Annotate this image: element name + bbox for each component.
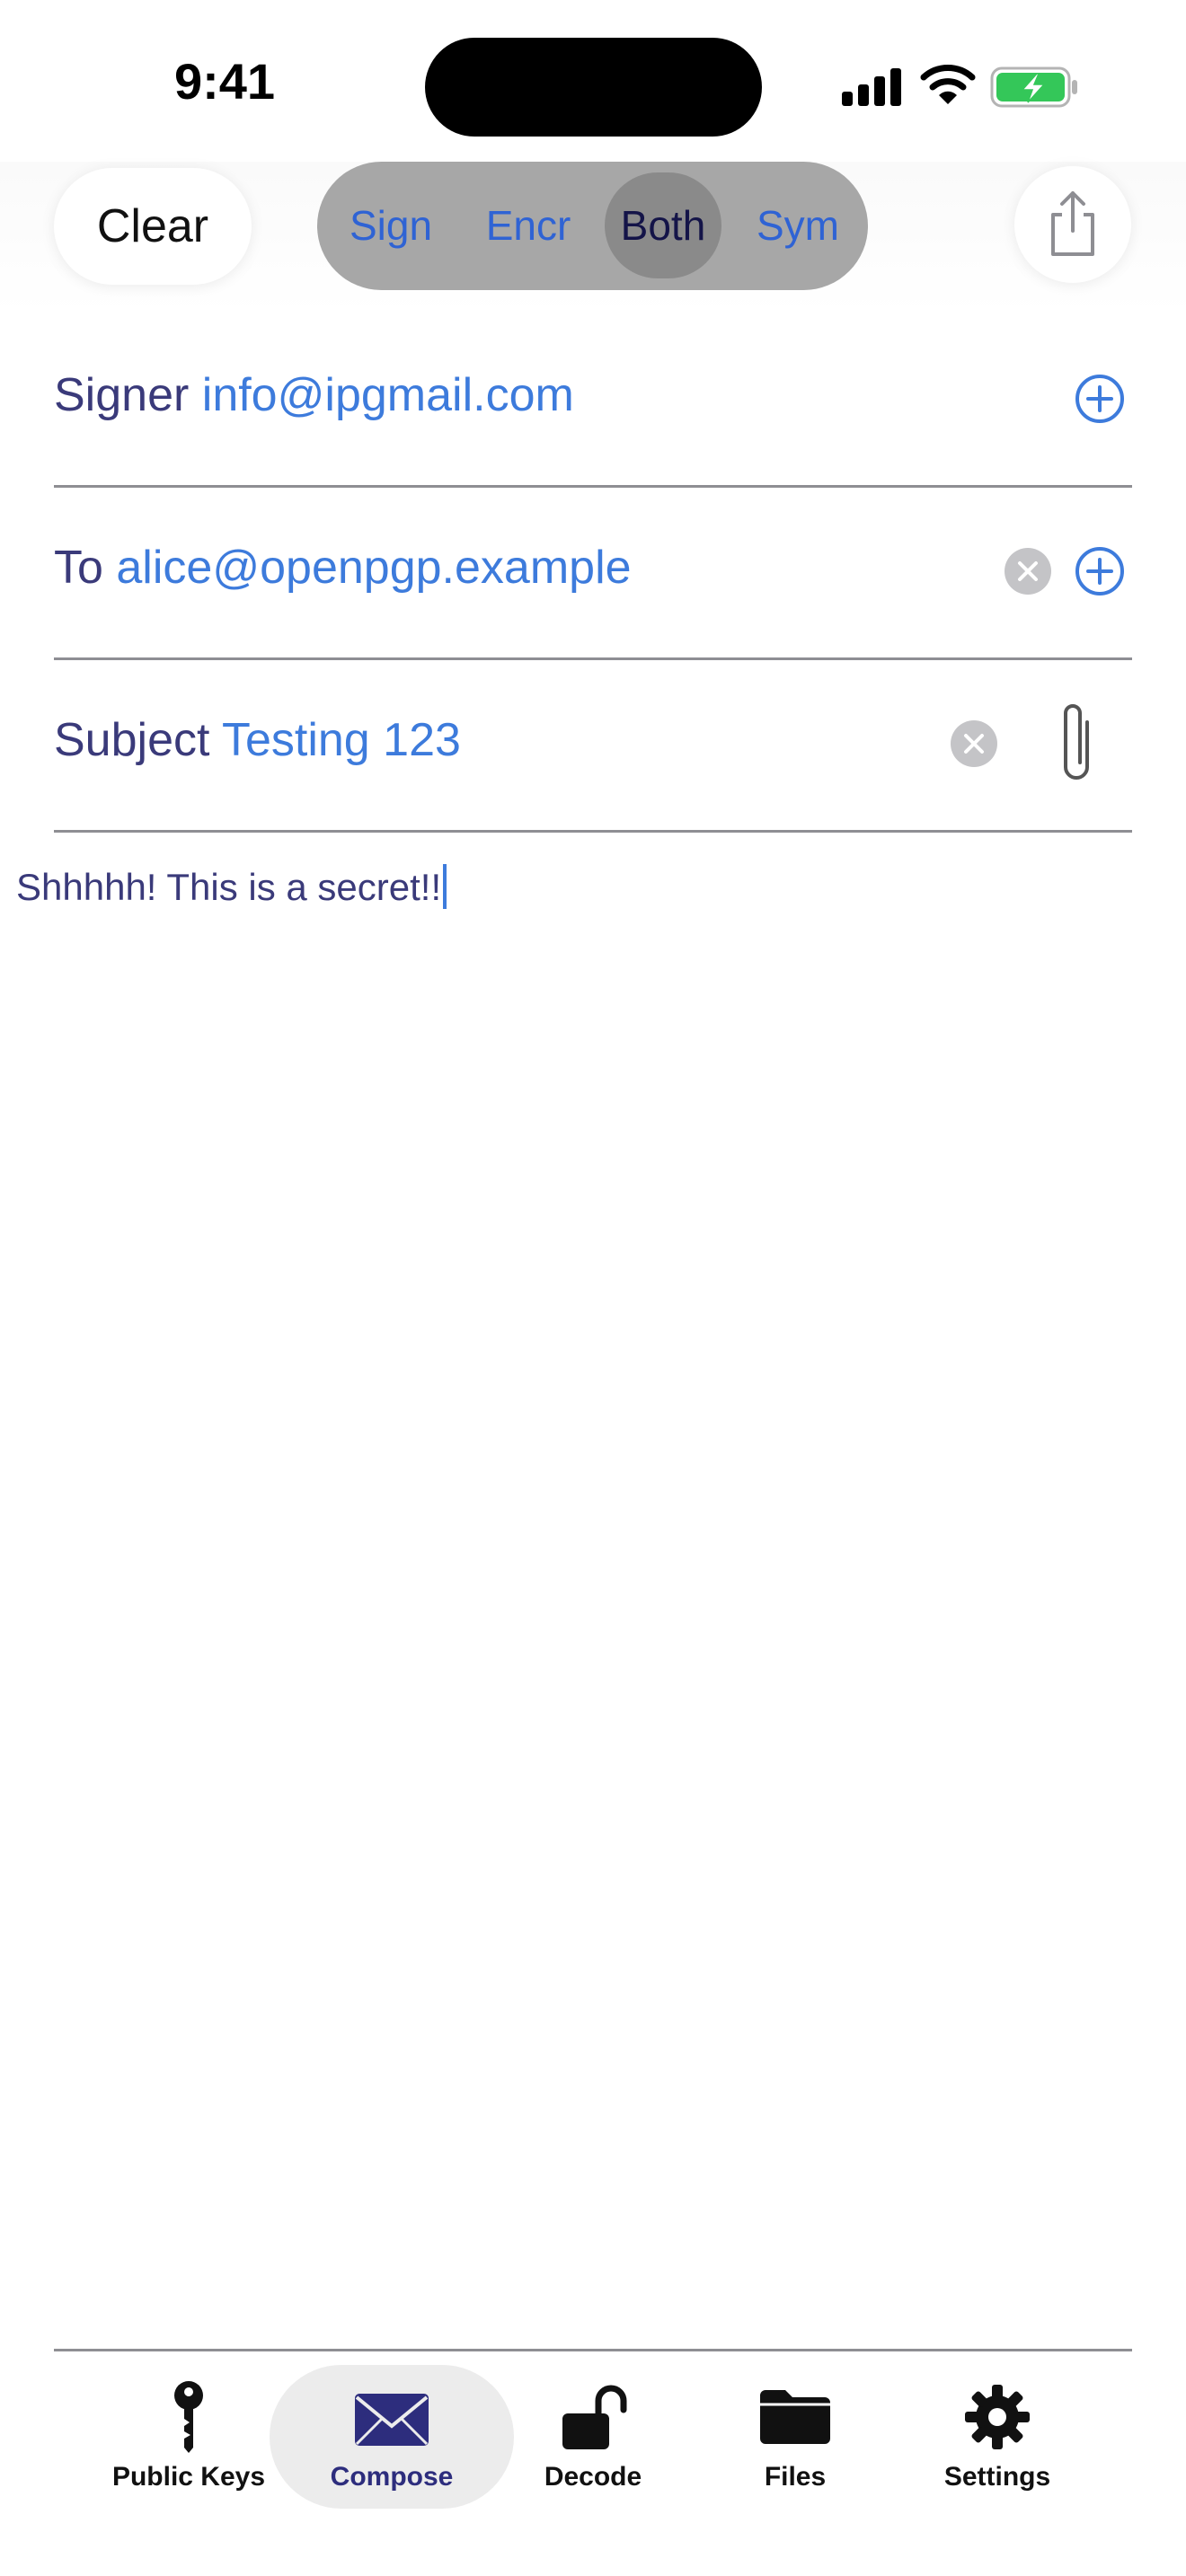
tabbar-divider: [54, 2349, 1132, 2351]
share-icon: [1051, 191, 1094, 256]
clear-button[interactable]: Clear: [54, 168, 252, 285]
tab-compose[interactable]: Compose: [270, 2365, 514, 2509]
tab-settings[interactable]: Settings: [925, 2365, 1069, 2509]
mode-both-tab[interactable]: Both: [605, 172, 721, 278]
mode-encrypt-tab[interactable]: Encr: [465, 172, 591, 278]
status-bar: 9:41: [0, 0, 1186, 162]
recipient-row[interactable]: To alice@openpgp.example: [54, 487, 1132, 660]
tab-files[interactable]: Files: [723, 2365, 867, 2509]
message-text: Shhhhh! This is a secret!!: [16, 866, 442, 908]
tab-public-keys[interactable]: Public Keys: [108, 2365, 270, 2509]
envelope-icon: [355, 2394, 429, 2446]
add-recipient-icon[interactable]: [1075, 546, 1125, 596]
mode-symmetric-tab[interactable]: Sym: [735, 172, 861, 278]
tab-label-public-keys: Public Keys: [111, 2462, 266, 2492]
signer-row[interactable]: Signer info@ipgmail.com: [54, 314, 1132, 488]
recipient-value: alice@openpgp.example: [116, 542, 632, 594]
battery-charging-icon: [990, 66, 1077, 108]
status-time: 9:41: [173, 53, 276, 110]
subject-value: Testing 123: [221, 714, 461, 766]
gear-icon: [965, 2385, 1030, 2449]
signer-value: info@ipgmail.com: [201, 369, 574, 421]
compose-toolbar: Clear Sign Encr Both Sym: [0, 162, 1186, 314]
add-signer-icon[interactable]: [1075, 374, 1125, 424]
wifi-icon: [920, 65, 976, 104]
text-caret: [443, 864, 447, 909]
message-body-editor[interactable]: Shhhhh! This is a secret!!: [16, 864, 447, 909]
signer-label: Signer: [54, 369, 190, 421]
tab-label-decode: Decode: [544, 2462, 642, 2492]
cellular-signal-icon: [842, 66, 903, 106]
key-icon: [174, 2381, 203, 2453]
tab-label-files: Files: [764, 2462, 827, 2492]
mode-sign-tab[interactable]: Sign: [328, 172, 454, 278]
mode-segmented-control: Sign Encr Both Sym: [317, 162, 868, 290]
signer-field[interactable]: Signer info@ipgmail.com: [54, 368, 574, 422]
recipient-field[interactable]: To alice@openpgp.example: [54, 541, 632, 595]
folder-icon: [760, 2390, 830, 2444]
subject-field[interactable]: Subject Testing 123: [54, 713, 461, 767]
dynamic-island: [425, 38, 762, 137]
attachment-paperclip-icon[interactable]: [1051, 695, 1105, 785]
subject-label: Subject: [54, 714, 210, 766]
clear-subject-icon[interactable]: [951, 720, 997, 767]
clear-recipient-icon[interactable]: [1005, 548, 1051, 595]
unlock-icon: [562, 2385, 627, 2449]
subject-row[interactable]: Subject Testing 123: [54, 659, 1132, 833]
share-button[interactable]: [1014, 166, 1131, 283]
tab-label-settings: Settings: [943, 2462, 1051, 2492]
recipient-label: To: [54, 542, 103, 594]
tab-label-compose: Compose: [330, 2462, 454, 2492]
tab-decode[interactable]: Decode: [521, 2365, 665, 2509]
